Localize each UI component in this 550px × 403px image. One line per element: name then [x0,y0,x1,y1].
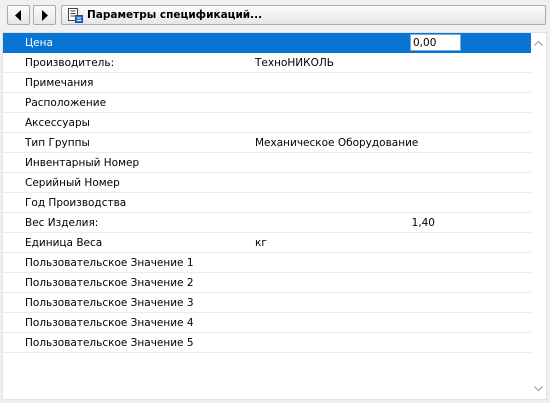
property-label: Цена [25,37,53,49]
forward-button[interactable] [33,5,56,25]
price-input[interactable]: 0,00 [410,34,461,51]
vertical-scrollbar[interactable] [531,33,546,399]
properties-panel: Цена 0,00 Производитель: ТехноНИКОЛЬ При… [2,32,547,400]
property-label: Серийный Номер [25,177,120,189]
property-label: Инвентарный Номер [25,157,140,169]
property-value: ТехноНИКОЛЬ [255,57,334,69]
property-row-serial-number[interactable]: Серийный Номер [3,173,532,193]
property-label: Пользовательское Значение 4 [25,317,194,329]
property-label: Пользовательское Значение 2 [25,277,194,289]
toolbar: Параметры спецификаций... [0,0,550,30]
back-button[interactable] [7,5,30,25]
panel-title-button[interactable]: Параметры спецификаций... [61,5,546,25]
scroll-up-icon[interactable] [534,39,543,48]
property-row-manufacturer[interactable]: Производитель: ТехноНИКОЛЬ [3,53,532,73]
property-label: Единица Веса [25,237,103,249]
property-label: Аксессуары [25,117,90,129]
property-row-custom-5[interactable]: Пользовательское Значение 5 [3,333,532,353]
property-row-custom-2[interactable]: Пользовательское Значение 2 [3,273,532,293]
property-value: 1,40 [411,217,435,229]
property-row-location[interactable]: Расположение [3,93,532,113]
property-row-inventory-number[interactable]: Инвентарный Номер [3,153,532,173]
document-settings-icon [68,8,83,23]
property-row-price[interactable]: Цена 0,00 [3,33,532,53]
property-row-custom-3[interactable]: Пользовательское Значение 3 [3,293,532,313]
property-label: Тип Группы [25,137,90,149]
property-row-custom-4[interactable]: Пользовательское Значение 4 [3,313,532,333]
price-value: 0,00 [413,37,437,49]
property-label: Производитель: [25,57,115,69]
chevron-left-icon [15,10,21,21]
scroll-down-icon[interactable] [534,384,543,393]
property-value: Механическое Оборудование [255,137,419,149]
property-row-custom-1[interactable]: Пользовательское Значение 1 [3,253,532,273]
chevron-right-icon [42,10,48,21]
property-label: Пользовательское Значение 1 [25,257,194,269]
property-row-item-weight[interactable]: Вес Изделия: 1,40 [3,213,532,233]
property-row-notes[interactable]: Примечания [3,73,532,93]
properties-list: Цена 0,00 Производитель: ТехноНИКОЛЬ При… [3,33,532,353]
property-row-production-year[interactable]: Год Производства [3,193,532,213]
property-label: Примечания [25,77,94,89]
property-label: Пользовательское Значение 3 [25,297,194,309]
property-row-accessories[interactable]: Аксессуары [3,113,532,133]
property-label: Вес Изделия: [25,217,99,229]
panel-title: Параметры спецификаций... [87,9,263,21]
property-label: Год Производства [25,197,127,209]
property-row-group-type[interactable]: Тип Группы Механическое Оборудование [3,133,532,153]
property-label: Пользовательское Значение 5 [25,337,194,349]
property-row-weight-unit[interactable]: Единица Веса кг [3,233,532,253]
property-value: кг [255,237,267,249]
property-label: Расположение [25,97,107,109]
